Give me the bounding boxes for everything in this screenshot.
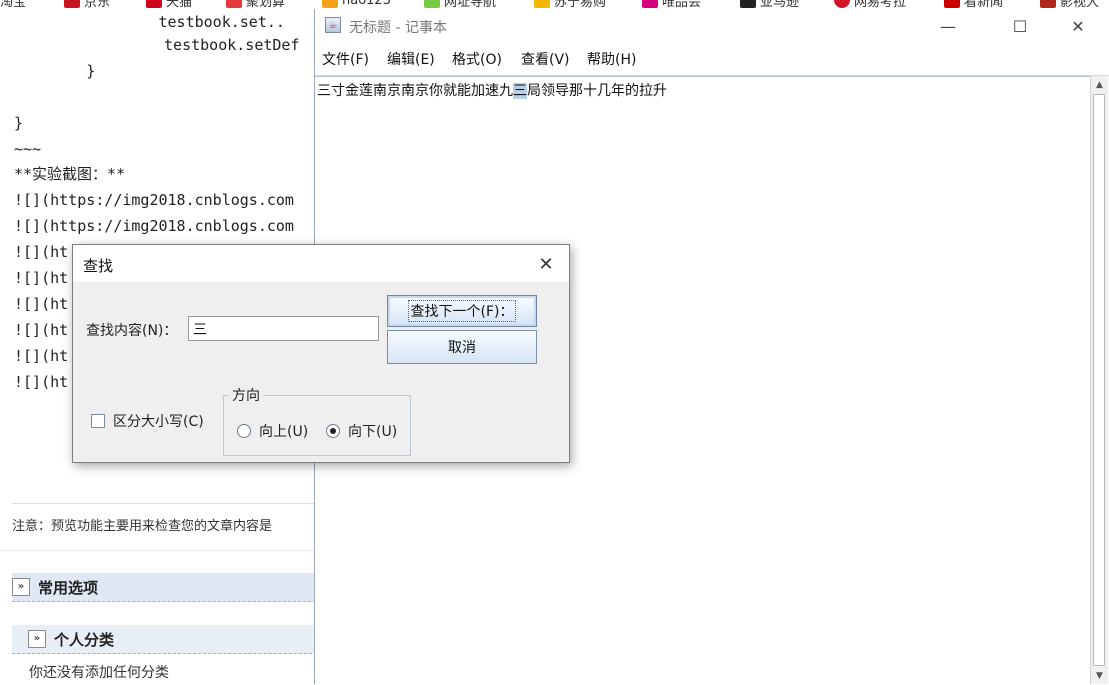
bookmark-taobao[interactable]: 淘宝 [0, 0, 26, 9]
dialog-title: 查找 [83, 257, 114, 275]
bookmark-vip[interactable]: 唯品会 [642, 0, 701, 9]
bookmark-kaola[interactable]: 网易考拉 [834, 0, 906, 9]
tmall-icon [146, 0, 162, 8]
direction-up-label[interactable]: 向上(U) [259, 421, 308, 441]
bookmark-label: 亚马逊 [760, 0, 800, 9]
scroll-down-icon[interactable]: ▼ [1091, 667, 1108, 684]
find-next-label: 查找下一个(F)： [407, 300, 517, 322]
code-line: } [14, 114, 24, 132]
code-line: testbook.setDef [155, 36, 300, 54]
section-title: 个人分类 [54, 630, 115, 649]
news-icon [944, 0, 960, 8]
text-segment: 三寸金莲南京南京你就能加速九 [317, 83, 513, 99]
maximize-button[interactable]: ☐ [997, 13, 1043, 39]
code-line: ![](ht [14, 373, 69, 391]
bookmark-hao123[interactable]: hao123 [322, 0, 391, 9]
bookmark-label: 聚划算 [246, 0, 286, 9]
find-next-button[interactable]: 查找下一个(F)： [387, 295, 537, 327]
code-line: ![](ht [14, 269, 69, 287]
find-dialog: 查找 ✕ 查找内容(N)： 查找下一个(F)： 取消 区分大小写(C) 方向 向… [72, 244, 570, 463]
bookmark-label: hao123 [342, 0, 391, 8]
menu-view[interactable]: 查看(V) [521, 49, 570, 69]
bookmark-video[interactable]: 影视大 [1040, 0, 1099, 9]
code-line: ![](https://img2018.cnblogs.com [14, 191, 294, 209]
menu-file[interactable]: 文件(F) [322, 49, 369, 69]
menu-bar: 文件(F) 编辑(E) 格式(O) 查看(V) 帮助(H) [315, 43, 1109, 76]
menu-help[interactable]: 帮助(H) [587, 49, 636, 69]
bookmark-tmall[interactable]: 天猫 [146, 0, 192, 9]
minimize-button[interactable]: — [925, 13, 971, 39]
bookmark-jd[interactable]: 京东 [64, 0, 110, 9]
bookmark-label: 网易考拉 [854, 0, 907, 9]
amazon-icon [740, 0, 756, 8]
cancel-button[interactable]: 取消 [387, 330, 537, 364]
suning-icon [534, 0, 550, 8]
text-segment: 局领导那十几年的拉升 [527, 83, 667, 99]
expand-icon[interactable]: » [28, 630, 46, 648]
video-icon [1040, 0, 1056, 8]
bookmark-news[interactable]: 看新闻 [944, 0, 1003, 9]
divider [0, 550, 320, 551]
hao123-icon [322, 0, 338, 8]
bookmark-label: 看新闻 [964, 0, 1004, 9]
bookmark-label: 唯品会 [662, 0, 702, 9]
find-input[interactable] [188, 316, 379, 341]
window-title: 无标题 - 记事本 [349, 20, 447, 36]
bookmark-label: 苏宁易购 [554, 0, 607, 9]
code-line: ![](ht [14, 321, 69, 339]
bookmark-wangzhi[interactable]: 网址导航 [424, 0, 496, 9]
close-icon[interactable]: ✕ [533, 251, 559, 277]
bookmark-amazon[interactable]: 亚马逊 [740, 0, 799, 9]
code-line: ![](https://img2018.cnblogs.com [14, 217, 294, 235]
juhuasuan-icon [226, 0, 242, 8]
direction-title: 方向 [229, 385, 263, 405]
direction-down-radio[interactable] [326, 424, 340, 438]
bookmark-label: 影视大 [1060, 0, 1100, 9]
kaola-icon [834, 0, 850, 8]
no-category-text: 你还没有添加任何分类 [29, 665, 169, 681]
bookmark-juhuasuan[interactable]: 聚划算 [226, 0, 285, 9]
menu-edit[interactable]: 编辑(E) [387, 49, 435, 69]
section-personal-category[interactable]: » 个人分类 [12, 625, 332, 654]
radio-selected-dot [330, 428, 336, 434]
code-line: ![](ht [14, 243, 69, 261]
bookmark-suning[interactable]: 苏宁易购 [534, 0, 606, 9]
bookmark-label: 京东 [84, 0, 111, 9]
java-app-icon: ☕ [325, 17, 341, 33]
wangzhi-icon [424, 0, 440, 8]
section-title: 常用选项 [38, 578, 99, 597]
code-line: } [14, 62, 96, 80]
divider [12, 503, 322, 504]
bookmarks-bar: 淘宝 京东 天猫 聚划算 hao123 网址导航 苏宁易购 唯品会 亚马逊 网易… [0, 0, 1109, 9]
vertical-scrollbar[interactable]: ▲ ▼ [1090, 76, 1108, 684]
cancel-label: 取消 [448, 340, 476, 356]
direction-down-label[interactable]: 向下(U) [348, 421, 397, 441]
scroll-up-icon[interactable]: ▲ [1091, 76, 1108, 93]
section-common-options[interactable]: » 常用选项 [12, 573, 316, 602]
code-line: ![](ht [14, 347, 69, 365]
bookmark-label: 淘宝 [0, 0, 27, 9]
bookmark-label: 天猫 [166, 0, 193, 9]
preview-notice: 注意：预览功能主要用来检查您的文章内容是 [12, 519, 273, 534]
code-line: ![](ht [14, 295, 69, 313]
scroll-thumb[interactable] [1093, 94, 1105, 666]
bookmark-label: 网址导航 [444, 0, 497, 9]
close-button[interactable]: ✕ [1055, 13, 1101, 39]
direction-up-radio[interactable] [237, 424, 251, 438]
document-text: 三寸金莲南京南京你就能加速九三局领导那十几年的拉升 [317, 80, 667, 100]
code-line: ~~~ [14, 140, 42, 158]
case-sensitive-checkbox[interactable] [91, 414, 105, 428]
vip-icon [642, 0, 658, 8]
code-line: **实验截图：** [14, 165, 126, 183]
find-label: 查找内容(N)： [86, 323, 178, 339]
dialog-titlebar[interactable]: 查找 ✕ [73, 245, 569, 282]
expand-icon[interactable]: » [12, 578, 30, 596]
menu-format[interactable]: 格式(O) [452, 49, 502, 69]
search-highlight: 三 [513, 83, 527, 99]
notepad-titlebar[interactable]: ☕ 无标题 - 记事本 — ☐ ✕ [315, 9, 1109, 43]
case-sensitive-label[interactable]: 区分大小写(C) [113, 411, 204, 431]
jd-icon [64, 0, 80, 8]
